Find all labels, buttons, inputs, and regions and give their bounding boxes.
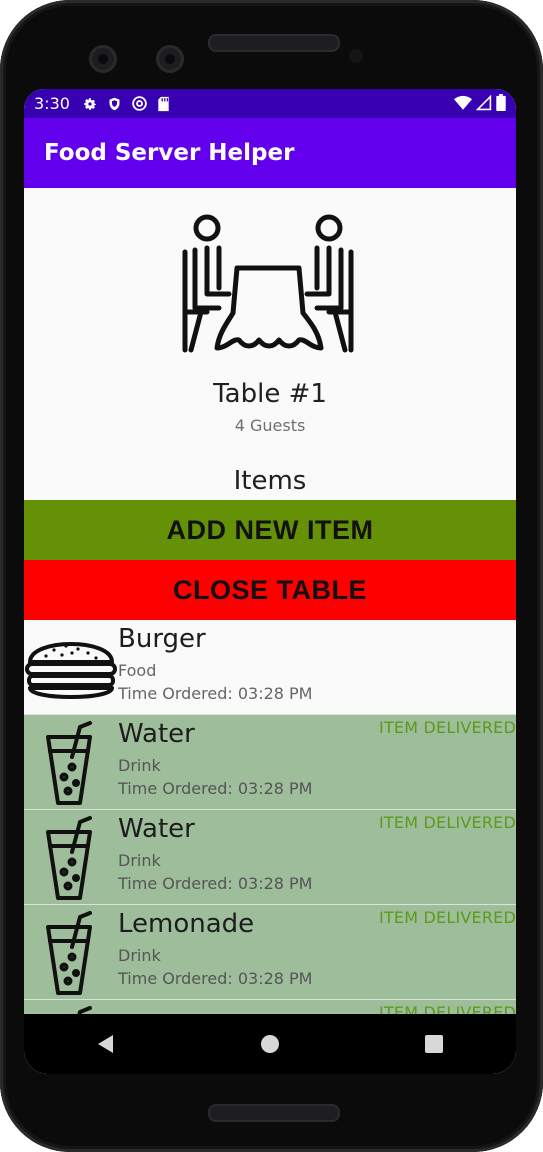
system-navigation-bar bbox=[24, 1014, 516, 1074]
drink-icon bbox=[46, 816, 92, 900]
order-items-list: Burger Food Time Ordered: 03:28 PM Water… bbox=[24, 620, 516, 1074]
item-name: Water bbox=[118, 814, 195, 844]
item-name: Water bbox=[118, 719, 195, 749]
drink-icon bbox=[46, 911, 92, 995]
recents-icon[interactable] bbox=[423, 1033, 445, 1055]
burger-icon bbox=[25, 642, 117, 699]
guest-count: 4 Guests bbox=[234, 416, 306, 435]
item-category: Food bbox=[118, 661, 157, 680]
delivered-badge: ITEM DELIVERED bbox=[379, 813, 516, 832]
front-camera-icon bbox=[89, 45, 117, 73]
battery-icon bbox=[496, 94, 506, 111]
sd-card-icon bbox=[158, 96, 169, 111]
item-time-ordered: Time Ordered: 03:28 PM bbox=[118, 684, 313, 703]
drink-icon bbox=[46, 721, 92, 805]
item-category: Drink bbox=[118, 756, 161, 775]
close-table-button[interactable]: CLOSE TABLE bbox=[24, 560, 516, 620]
item-time-ordered: Time Ordered: 03:28 PM bbox=[118, 874, 313, 893]
phone-screen: 3:30 Food Server Helper Table #1 4 Guest… bbox=[24, 89, 516, 1074]
delivered-badge: ITEM DELIVERED bbox=[379, 908, 516, 927]
proximity-sensor bbox=[349, 49, 363, 63]
signal-icon bbox=[476, 94, 492, 110]
item-name: Burger bbox=[118, 624, 206, 654]
shield-icon bbox=[109, 97, 120, 110]
item-time-ordered: Time Ordered: 03:28 PM bbox=[118, 969, 313, 988]
app-title: Food Server Helper bbox=[44, 140, 295, 166]
item-category: Drink bbox=[118, 851, 161, 870]
list-item[interactable]: Water Drink Time Ordered: 03:28 PM ITEM … bbox=[24, 810, 516, 905]
back-icon[interactable] bbox=[95, 1033, 117, 1055]
add-new-item-button[interactable]: ADD NEW ITEM bbox=[24, 500, 516, 560]
items-heading: Items bbox=[233, 466, 307, 496]
item-name: Lemonade bbox=[118, 909, 255, 939]
at-sign-icon bbox=[132, 96, 147, 111]
item-category: Drink bbox=[118, 946, 161, 965]
status-bar: 3:30 bbox=[24, 89, 516, 118]
gear-icon bbox=[83, 97, 96, 110]
table-header: Table #1 4 Guests Items bbox=[24, 188, 516, 500]
dining-table-icon bbox=[182, 214, 354, 353]
item-time-ordered: Time Ordered: 03:28 PM bbox=[118, 779, 313, 798]
list-item[interactable]: Water Drink Time Ordered: 03:28 PM ITEM … bbox=[24, 715, 516, 810]
front-camera-icon bbox=[156, 45, 184, 73]
app-bar: Food Server Helper bbox=[24, 118, 516, 188]
bottom-speaker bbox=[208, 1104, 340, 1122]
table-name: Table #1 bbox=[213, 379, 327, 409]
wifi-icon bbox=[454, 95, 472, 110]
phone-frame: 3:30 Food Server Helper Table #1 4 Guest… bbox=[0, 0, 543, 1152]
list-item[interactable]: Burger Food Time Ordered: 03:28 PM bbox=[24, 620, 516, 715]
earpiece-speaker bbox=[208, 34, 340, 52]
list-item[interactable]: Lemonade Drink Time Ordered: 03:28 PM IT… bbox=[24, 905, 516, 1000]
status-time: 3:30 bbox=[34, 94, 70, 113]
home-icon[interactable] bbox=[259, 1033, 281, 1055]
delivered-badge: ITEM DELIVERED bbox=[379, 718, 516, 737]
